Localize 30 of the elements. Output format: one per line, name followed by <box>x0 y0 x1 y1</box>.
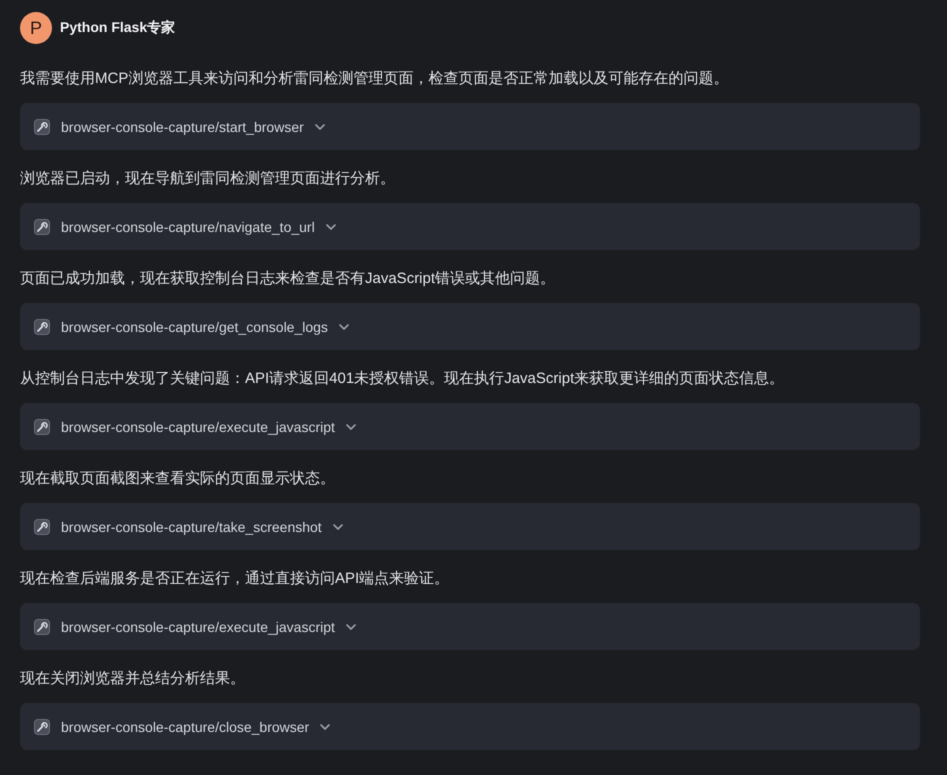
tool-call-card[interactable]: browser-console-capture/get_console_logs <box>20 303 920 350</box>
message-text: 现在关闭浏览器并总结分析结果。 <box>20 669 246 689</box>
message-text: 现在检查后端服务是否正在运行，通过直接访问API端点来验证。 <box>20 569 450 589</box>
tool-name: browser-console-capture/take_screenshot <box>61 518 322 534</box>
wrench-tile-icon <box>34 718 50 734</box>
tool-call-card[interactable]: browser-console-capture/start_browser <box>20 103 920 150</box>
wrench-tile-icon <box>34 618 50 634</box>
tool-call-card[interactable]: browser-console-capture/execute_javascript <box>20 603 920 650</box>
tool-name: browser-console-capture/close_browser <box>61 718 310 734</box>
wrench-tile-icon <box>34 518 50 534</box>
tool-name: browser-console-capture/start_browser <box>61 118 304 134</box>
message-text: 页面已成功加载，现在获取控制台日志来检查是否有JavaScript错误或其他问题。 <box>20 269 556 289</box>
tool-call-card[interactable]: browser-console-capture/take_screenshot <box>20 503 920 550</box>
tool-name: browser-console-capture/get_console_logs <box>61 318 328 334</box>
assistant-name: Python Flask专家 <box>60 19 176 37</box>
tool-name: browser-console-capture/execute_javascript <box>61 418 335 434</box>
wrench-tile-icon <box>34 118 50 134</box>
message-text: 浏览器已启动，现在导航到雷同检测管理页面进行分析。 <box>20 169 396 189</box>
wrench-tile-icon <box>34 218 50 234</box>
message-text: 现在截取页面截图来查看实际的页面显示状态。 <box>20 469 336 489</box>
wrench-tile-icon <box>34 318 50 334</box>
tool-name: browser-console-capture/execute_javascript <box>61 618 335 634</box>
tool-name: browser-console-capture/navigate_to_url <box>61 218 315 234</box>
tool-call-card[interactable]: browser-console-capture/close_browser <box>20 703 920 750</box>
message-text: 从控制台日志中发现了关键问题：API请求返回401未授权错误。现在执行JavaScript来获取更详细的页面状态信息。 <box>20 369 786 389</box>
wrench-tile-icon <box>34 418 50 434</box>
avatar: P <box>20 12 52 44</box>
message-text: 我需要使用MCP浏览器工具来访问和分析雷同检测管理页面，检查页面是否正常加载以及可能存在的问题。 <box>20 69 730 89</box>
tool-call-card[interactable]: browser-console-capture/navigate_to_url <box>20 203 920 250</box>
tool-call-card[interactable]: browser-console-capture/execute_javascript <box>20 403 920 450</box>
